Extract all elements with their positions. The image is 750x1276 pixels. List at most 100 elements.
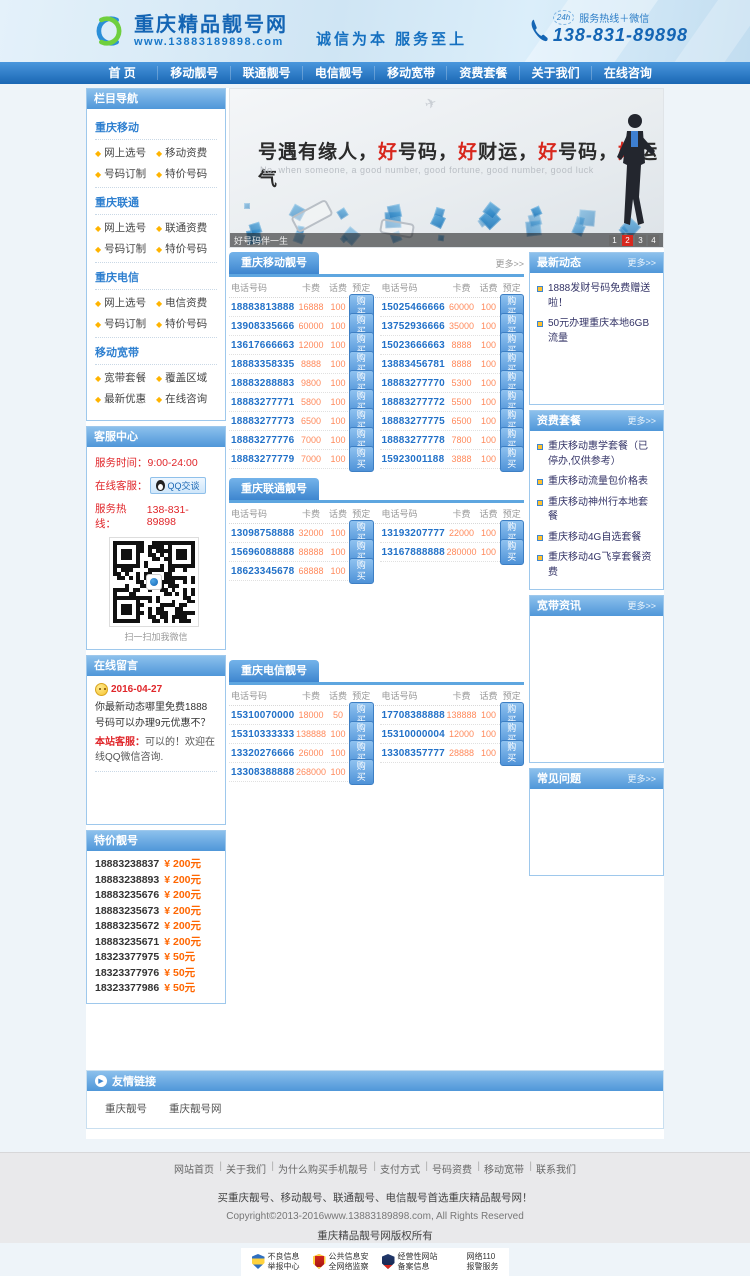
phone-number-link[interactable]: 15310070000 — [229, 710, 295, 721]
phone-number-link[interactable]: 15025466666 — [380, 302, 446, 313]
banner-pager-item[interactable]: 1 — [609, 235, 620, 246]
main-nav-item[interactable]: 关于我们 — [520, 62, 592, 84]
number-table-tab[interactable]: 重庆移动靓号 — [229, 252, 319, 274]
more-link[interactable]: 更多>> — [627, 769, 656, 789]
sidebar-nav-link[interactable]: ◆号码订制 — [95, 316, 156, 331]
footer-nav-link[interactable]: 移动宽带 — [478, 1161, 530, 1176]
sidebar-nav-link[interactable]: ◆联通资费 — [156, 220, 217, 235]
special-number-item[interactable]: 18323377986¥ 50元 — [95, 981, 217, 997]
package-item[interactable]: 重庆移动神州行本地套餐 — [536, 493, 657, 528]
main-nav-item[interactable]: 首 页 — [86, 62, 158, 84]
buy-button[interactable]: 购买 — [500, 446, 525, 472]
certification-badge[interactable]: 网络110报警服务 — [451, 1252, 499, 1272]
special-number-item[interactable]: 18883235672¥ 200元 — [95, 919, 217, 935]
sidebar-nav-link[interactable]: ◆在线咨询 — [156, 391, 217, 406]
news-item[interactable]: 1888发财号码免费赠送啦！ — [536, 279, 657, 314]
special-number-item[interactable]: 18883235673¥ 200元 — [95, 904, 217, 920]
phone-number-link[interactable]: 18883277770 — [380, 378, 446, 389]
phone-number-link[interactable]: 15310000004 — [380, 729, 446, 740]
phone-number-link[interactable]: 13308357777 — [380, 748, 446, 759]
phone-number-link[interactable]: 13320276666 — [229, 748, 295, 759]
main-nav-item[interactable]: 移动靓号 — [158, 62, 230, 84]
phone-number-link[interactable]: 13617666663 — [229, 340, 295, 351]
phone-number-link[interactable]: 13752936666 — [380, 321, 446, 332]
phone-number-link[interactable]: 17708388888 — [380, 710, 446, 721]
more-link[interactable]: 更多>> — [627, 411, 656, 431]
phone-number-link[interactable]: 18883277772 — [380, 397, 446, 408]
footer-nav-link[interactable]: 支付方式 — [374, 1161, 426, 1176]
main-nav-item[interactable]: 电信靓号 — [303, 62, 375, 84]
footer-nav-link[interactable]: 为什么购买手机靓号 — [272, 1161, 374, 1176]
buy-button[interactable]: 购买 — [500, 740, 525, 766]
phone-number-link[interactable]: 18883277779 — [229, 454, 295, 465]
friend-link[interactable]: 重庆靓号网 — [169, 1101, 222, 1116]
buy-button[interactable]: 购买 — [349, 558, 374, 584]
special-number-item[interactable]: 18883235671¥ 200元 — [95, 935, 217, 951]
phone-number-link[interactable]: 18883277775 — [380, 416, 446, 427]
main-nav-item[interactable]: 移动宽带 — [375, 62, 447, 84]
footer-nav-link[interactable]: 号码资费 — [426, 1161, 478, 1176]
buy-button[interactable]: 购买 — [500, 539, 525, 565]
sidebar-nav-link[interactable]: ◆特价号码 — [156, 241, 217, 256]
sidebar-nav-link[interactable]: ◆网上选号 — [95, 220, 156, 235]
banner-pager-item[interactable]: 3 — [635, 235, 646, 246]
sidebar-nav-link[interactable]: ◆号码订制 — [95, 166, 156, 181]
friend-link[interactable]: 重庆靓号 — [105, 1101, 147, 1116]
banner-pager-item[interactable]: 4 — [648, 235, 659, 246]
phone-number-link[interactable]: 18883277771 — [229, 397, 295, 408]
sidebar-nav-link[interactable]: ◆宽带套餐 — [95, 370, 156, 385]
sidebar-nav-group-title[interactable]: 重庆电信 — [95, 263, 217, 290]
certification-badge[interactable]: 经营性网站备案信息 — [382, 1252, 438, 1272]
news-item[interactable]: 50元办理重庆本地6GB流量 — [536, 314, 657, 349]
package-item[interactable]: 重庆移动4G飞享套餐资费 — [536, 548, 657, 583]
sidebar-nav-link[interactable]: ◆网上选号 — [95, 145, 156, 160]
sidebar-nav-link[interactable]: ◆特价号码 — [156, 166, 217, 181]
phone-number-link[interactable]: 13193207777 — [380, 528, 446, 539]
buy-button[interactable]: 购买 — [349, 759, 374, 785]
main-nav-item[interactable]: 在线咨询 — [592, 62, 664, 84]
main-nav-item[interactable]: 资费套餐 — [447, 62, 519, 84]
phone-number-link[interactable]: 13308388888 — [229, 767, 295, 778]
phone-number-link[interactable]: 18883277773 — [229, 416, 295, 427]
phone-number-link[interactable]: 15923001188 — [380, 454, 446, 465]
phone-number-link[interactable]: 18623345678 — [229, 566, 295, 577]
number-table-tab[interactable]: 重庆电信靓号 — [229, 660, 319, 682]
package-item[interactable]: 重庆移动4G自选套餐 — [536, 528, 657, 549]
phone-number-link[interactable]: 18883288883 — [229, 378, 295, 389]
special-number-item[interactable]: 18883238893¥ 200元 — [95, 873, 217, 889]
sidebar-nav-link[interactable]: ◆特价号码 — [156, 316, 217, 331]
main-nav-item[interactable]: 联通靓号 — [231, 62, 303, 84]
phone-number-link[interactable]: 15696088888 — [229, 547, 295, 558]
phone-number-link[interactable]: 13167888888 — [380, 547, 446, 558]
hero-banner[interactable]: ✈ 号遇有缘人，好号码，好财运，好号码，好运气 No. when someone… — [229, 88, 664, 248]
number-table-tab[interactable]: 重庆联通靓号 — [229, 478, 319, 500]
special-number-item[interactable]: 18323377976¥ 50元 — [95, 966, 217, 982]
footer-nav-link[interactable]: 关于我们 — [220, 1161, 272, 1176]
sidebar-nav-link[interactable]: ◆最新优惠 — [95, 391, 156, 406]
buy-button[interactable]: 购买 — [349, 446, 374, 472]
sidebar-nav-link[interactable]: ◆移动资费 — [156, 145, 217, 160]
sidebar-nav-link[interactable]: ◆号码订制 — [95, 241, 156, 256]
site-logo[interactable]: 重庆精品靓号网 www.13883189898.com — [92, 14, 288, 48]
special-number-item[interactable]: 18323377975¥ 50元 — [95, 950, 217, 966]
qq-chat-button[interactable]: QQ交谈 — [150, 477, 206, 494]
phone-number-link[interactable]: 13908335666 — [229, 321, 295, 332]
sidebar-nav-link[interactable]: ◆电信资费 — [156, 295, 217, 310]
phone-number-link[interactable]: 13883456781 — [380, 359, 446, 370]
package-item[interactable]: 重庆移动惠学套餐（已停办,仅供参考） — [536, 437, 657, 472]
sidebar-nav-link[interactable]: ◆网上选号 — [95, 295, 156, 310]
certification-badge[interactable]: 不良信息举报中心 — [252, 1252, 300, 1272]
sidebar-nav-link[interactable]: ◆覆盖区域 — [156, 370, 217, 385]
phone-number-link[interactable]: 13098758888 — [229, 528, 295, 539]
footer-nav-link[interactable]: 网站首页 — [168, 1161, 220, 1176]
phone-number-link[interactable]: 18883277778 — [380, 435, 446, 446]
special-number-item[interactable]: 18883238837¥ 200元 — [95, 857, 217, 873]
footer-nav-link[interactable]: 联系我们 — [530, 1161, 582, 1176]
more-link[interactable]: 更多>> — [495, 257, 524, 270]
more-link[interactable]: 更多>> — [627, 253, 656, 273]
special-number-item[interactable]: 18883235676¥ 200元 — [95, 888, 217, 904]
phone-number-link[interactable]: 18883358335 — [229, 359, 295, 370]
banner-pager-item[interactable]: 2 — [622, 235, 633, 246]
phone-number-link[interactable]: 15023666663 — [380, 340, 446, 351]
phone-number-link[interactable]: 15310333333 — [229, 729, 295, 740]
